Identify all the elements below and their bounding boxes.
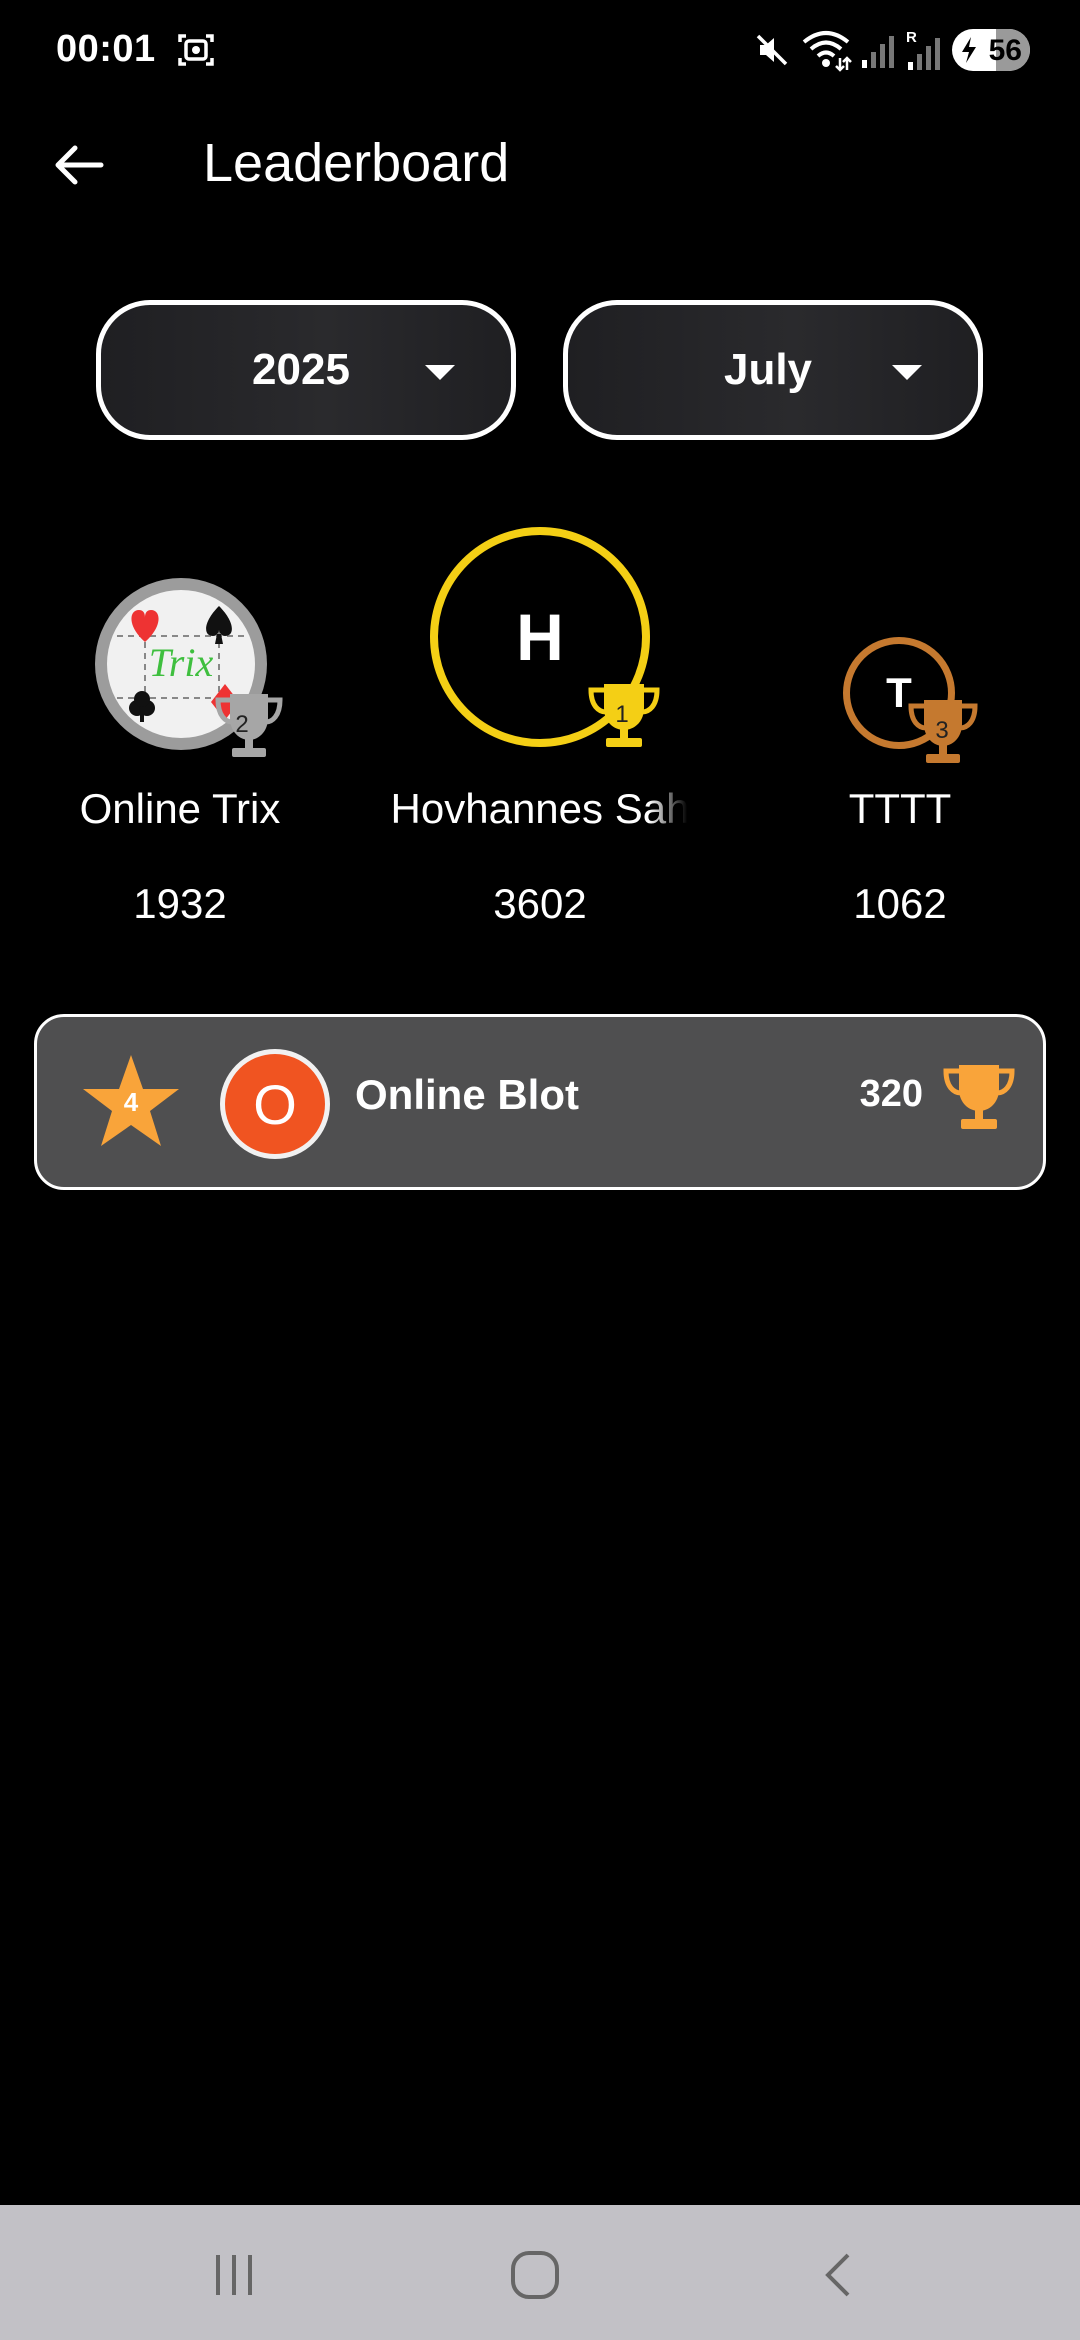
- status-bar: 00:01 R 56: [0, 0, 1080, 100]
- player-name-first: Hovhannes Sah: [390, 785, 690, 832]
- battery-percent: 56: [988, 34, 1022, 67]
- trophy-icon: [943, 1065, 1015, 1129]
- arrow-left-icon: [55, 145, 104, 185]
- avatar-my-letter: O: [225, 1054, 325, 1154]
- system-navigation-bar: [0, 2205, 1080, 2340]
- battery-charging-icon: [962, 37, 976, 63]
- trophy-silver-icon: 2: [215, 694, 283, 757]
- page-title: Leaderboard: [203, 133, 510, 193]
- my-rank-row[interactable]: 4 O Online Blot 320: [34, 1014, 1046, 1190]
- year-value: 2025: [252, 345, 350, 394]
- player-score-second: 1932: [133, 880, 227, 927]
- player-score-first: 3602: [493, 880, 587, 927]
- rank-third: 3: [935, 717, 948, 744]
- my-rank: 4: [123, 1087, 139, 1117]
- screen-record-icon: [178, 34, 214, 66]
- avatar-first-letter: H: [516, 600, 564, 674]
- player-name-third: TTTT: [848, 785, 952, 832]
- signal-icon: [862, 36, 894, 68]
- status-time: 00:01: [56, 28, 156, 70]
- month-value: July: [723, 345, 813, 394]
- chevron-down-icon: [425, 365, 455, 380]
- recent-apps-button[interactable]: [184, 2245, 284, 2305]
- my-player-name: Online Blot: [355, 1071, 579, 1118]
- month-dropdown[interactable]: July: [563, 300, 983, 440]
- chevron-down-icon: [892, 365, 922, 380]
- battery-indicator: 56: [952, 29, 1030, 71]
- signal-roaming-icon: R: [906, 29, 940, 70]
- roaming-letter: R: [906, 29, 917, 46]
- back-nav-button[interactable]: [788, 2245, 888, 2305]
- my-player-score: 320: [859, 1073, 923, 1115]
- player-name-second: Online Trix: [79, 785, 281, 832]
- trophy-bronze-icon: 3: [908, 700, 978, 763]
- back-nav-icon: [825, 2253, 850, 2297]
- year-dropdown[interactable]: 2025: [96, 300, 516, 440]
- home-icon: [511, 2251, 559, 2299]
- home-button[interactable]: [485, 2245, 585, 2305]
- back-button[interactable]: [44, 130, 114, 200]
- mute-icon: [756, 34, 788, 66]
- player-score-third: 1062: [853, 880, 947, 927]
- rank-first: 1: [615, 701, 628, 728]
- trix-logo-text: Trix: [149, 640, 214, 685]
- trophy-gold-icon: 1: [588, 684, 660, 747]
- recent-apps-icon: [216, 2255, 252, 2295]
- wifi-icon: [802, 31, 852, 72]
- avatar-my: O: [220, 1049, 330, 1159]
- rank-second: 2: [235, 711, 248, 738]
